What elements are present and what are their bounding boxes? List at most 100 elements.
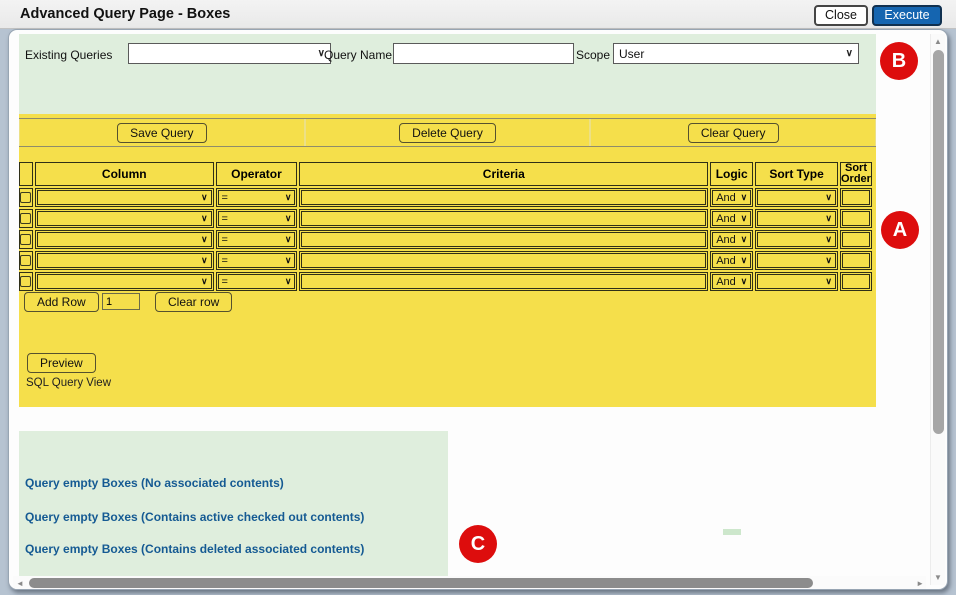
sort-type-select[interactable]: ∨ (757, 253, 836, 268)
chevron-down-icon: ∨ (825, 234, 832, 245)
logic-select[interactable]: And∨ (712, 253, 751, 268)
chevron-down-icon: ∨ (201, 234, 208, 245)
criteria-row: ∨ =∨ And∨ ∨ (19, 230, 872, 249)
criteria-row: ∨ =∨ And∨ ∨ (19, 272, 872, 291)
column-select[interactable]: ∨ (37, 274, 212, 289)
chevron-down-icon: ∨ (201, 276, 208, 287)
scope-label: Scope (576, 48, 610, 62)
sort-type-select[interactable]: ∨ (757, 190, 836, 205)
quick-link-active-checked-out-contents[interactable]: Query empty Boxes (Contains active check… (25, 510, 364, 524)
chevron-down-icon: ∨ (741, 276, 748, 287)
sort-order-input[interactable] (842, 190, 870, 205)
query-actions-bar: Save Query Delete Query Clear Query (19, 118, 876, 147)
criteria-input[interactable] (301, 211, 706, 226)
query-name-label: Query Name (324, 48, 392, 62)
logic-select[interactable]: And∨ (712, 232, 751, 247)
chevron-down-icon: ∨ (741, 255, 748, 266)
sort-order-input[interactable] (842, 232, 870, 247)
chevron-down-icon: ∨ (825, 255, 832, 266)
row-select-checkbox[interactable] (20, 213, 31, 224)
add-row-button[interactable]: Add Row (24, 292, 99, 312)
quick-link-no-associated-contents[interactable]: Query empty Boxes (No associated content… (25, 476, 284, 490)
row-select-checkbox[interactable] (20, 276, 31, 287)
close-button[interactable]: Close (814, 5, 868, 26)
chevron-down-icon: ∨ (201, 255, 208, 266)
logic-select[interactable]: And∨ (712, 190, 751, 205)
execute-button[interactable]: Execute (872, 5, 942, 26)
chevron-down-icon: ∨ (825, 192, 832, 203)
dialog-panel: Existing Queries ∨ Query Name Scope User… (8, 29, 948, 590)
chevron-down-icon: ∨ (201, 192, 208, 203)
sort-order-header: Sort Order (840, 162, 872, 186)
sort-type-select[interactable]: ∨ (757, 232, 836, 247)
horizontal-scrollbar-thumb[interactable] (29, 578, 813, 588)
operator-select[interactable]: =∨ (218, 211, 296, 226)
chevron-down-icon: ∨ (285, 213, 292, 224)
sql-query-view-label: SQL Query View (26, 377, 111, 389)
sort-order-input[interactable] (842, 253, 870, 268)
criteria-header: Criteria (299, 162, 708, 186)
criteria-table-header: Column Operator Criteria Logic Sort Type… (19, 162, 872, 186)
title-bar: Advanced Query Page - Boxes Close Execut… (0, 0, 956, 29)
scope-select[interactable]: User ∨ (613, 43, 859, 64)
green-artifact (723, 529, 741, 535)
row-select-checkbox[interactable] (20, 255, 31, 266)
vertical-scrollbar-thumb[interactable] (933, 50, 944, 434)
quick-links-section: Query empty Boxes (No associated content… (19, 431, 448, 577)
column-select[interactable]: ∨ (37, 211, 212, 226)
logic-select[interactable]: And∨ (712, 211, 751, 226)
scope-value: User (619, 47, 644, 61)
operator-select[interactable]: =∨ (218, 232, 296, 247)
row-select-checkbox[interactable] (20, 234, 31, 245)
operator-select[interactable]: =∨ (218, 274, 296, 289)
scroll-down-icon[interactable]: ▼ (931, 573, 945, 582)
column-header: Column (35, 162, 214, 186)
column-select[interactable]: ∨ (37, 190, 212, 205)
annotation-c: C (459, 525, 497, 563)
chevron-down-icon: ∨ (285, 192, 292, 203)
quick-link-deleted-associated-contents[interactable]: Query empty Boxes (Contains deleted asso… (25, 542, 364, 556)
preview-button[interactable]: Preview (27, 353, 96, 373)
criteria-row: ∨ =∨ And∨ ∨ (19, 188, 872, 207)
row-select-checkbox[interactable] (20, 192, 31, 203)
criteria-input[interactable] (301, 253, 706, 268)
chevron-down-icon: ∨ (741, 192, 748, 203)
criteria-input[interactable] (301, 232, 706, 247)
query-builder-section: Save Query Delete Query Clear Query Colu… (19, 114, 876, 407)
operator-select[interactable]: =∨ (218, 190, 296, 205)
chevron-down-icon: ∨ (825, 213, 832, 224)
chevron-down-icon: ∨ (285, 234, 292, 245)
sort-type-select[interactable]: ∨ (757, 211, 836, 226)
horizontal-scrollbar[interactable]: ◄ ► (13, 576, 926, 590)
query-name-input[interactable] (393, 43, 574, 64)
annotation-a: A (881, 211, 919, 249)
chevron-down-icon: ∨ (285, 255, 292, 266)
save-query-button[interactable]: Save Query (117, 123, 206, 143)
page-title: Advanced Query Page - Boxes (20, 6, 230, 22)
chevron-down-icon: ∨ (846, 48, 853, 59)
criteria-input[interactable] (301, 274, 706, 289)
row-count-input[interactable] (102, 293, 140, 310)
criteria-input[interactable] (301, 190, 706, 205)
sort-order-input[interactable] (842, 211, 870, 226)
delete-query-button[interactable]: Delete Query (399, 123, 496, 143)
criteria-table: Column Operator Criteria Logic Sort Type… (17, 160, 874, 293)
sort-order-input[interactable] (842, 274, 870, 289)
criteria-row: ∨ =∨ And∨ ∨ (19, 251, 872, 270)
operator-select[interactable]: =∨ (218, 253, 296, 268)
scroll-left-icon[interactable]: ◄ (16, 579, 24, 588)
vertical-scrollbar[interactable]: ▲ ▼ (930, 34, 945, 585)
column-select[interactable]: ∨ (37, 253, 212, 268)
existing-queries-select[interactable]: ∨ (128, 43, 331, 64)
clear-row-button[interactable]: Clear row (155, 292, 232, 312)
chevron-down-icon: ∨ (741, 234, 748, 245)
column-select[interactable]: ∨ (37, 232, 212, 247)
logic-header: Logic (710, 162, 753, 186)
clear-query-button[interactable]: Clear Query (688, 123, 779, 143)
logic-select[interactable]: And∨ (712, 274, 751, 289)
scroll-up-icon[interactable]: ▲ (931, 37, 945, 46)
sort-type-select[interactable]: ∨ (757, 274, 836, 289)
scroll-right-icon[interactable]: ► (916, 579, 924, 588)
sort-type-header: Sort Type (755, 162, 838, 186)
operator-header: Operator (216, 162, 298, 186)
